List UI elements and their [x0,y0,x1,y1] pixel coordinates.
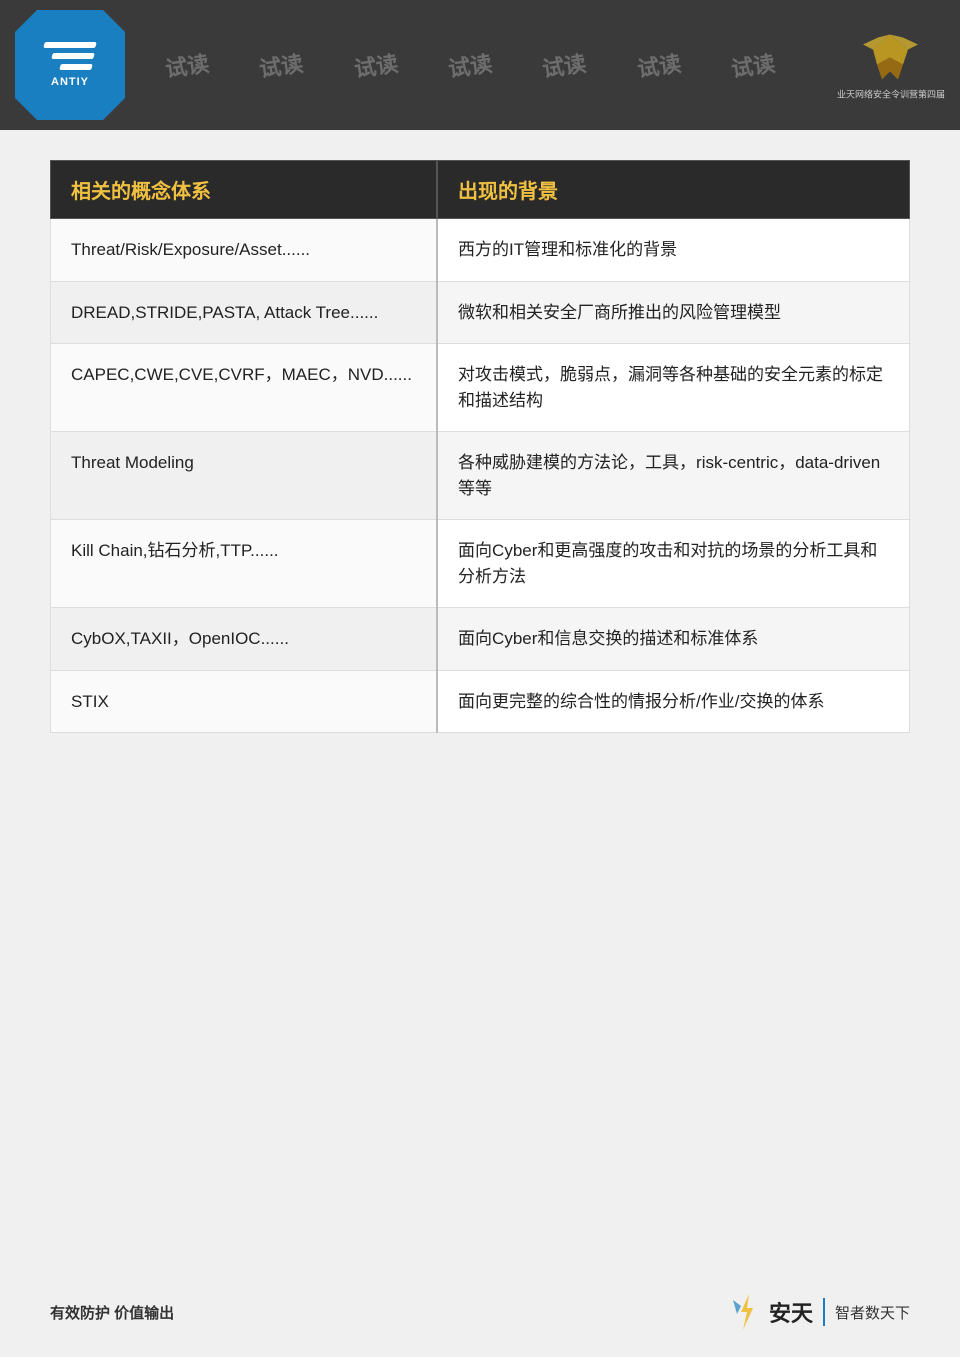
footer-brand-name: 安天 [769,1296,813,1328]
table-cell-col2: 西方的IT管理和标准化的背景 [437,219,909,282]
table-cell-col1: STIX [51,670,438,733]
header-wm-7: 试读 [729,46,777,84]
table-cell-col1: Kill Chain,钻石分析,TTP...... [51,520,438,608]
main-content: 相关的概念体系 出现的背景 Threat/Risk/Exposure/Asset… [50,160,910,1257]
table-cell-col2: 面向更完整的综合性的情报分析/作业/交换的体系 [437,670,909,733]
table-row: STIX面向更完整的综合性的情报分析/作业/交换的体系 [51,670,910,733]
antiy-logo: ANTIY [15,10,125,120]
header-wm-4: 试读 [446,46,494,84]
table-row: Threat Modeling各种威胁建模的方法论，工具，risk-centri… [51,432,910,520]
table-row: Kill Chain,钻石分析,TTP......面向Cyber和更高强度的攻击… [51,520,910,608]
table-cell-col2: 面向Cyber和更高强度的攻击和对抗的场景的分析工具和分析方法 [437,520,909,608]
logo-stripe-1 [43,42,97,48]
page-footer: 有效防护 价值输出 安天 智者数天下 [50,1292,910,1332]
logo-stripes [44,42,96,70]
header-wm-2: 试读 [257,46,305,84]
concepts-table: 相关的概念体系 出现的背景 Threat/Risk/Exposure/Asset… [50,160,910,733]
page-header: ANTIY 试读 试读 试读 试读 试读 试读 试读 业天网络安全令训营第四届 [0,0,960,130]
footer-logo-box: 安天 智者数天下 [727,1292,910,1332]
header-wm-3: 试读 [352,46,400,84]
logo-label: ANTIY [51,76,89,88]
table-cell-col1: Threat/Risk/Exposure/Asset...... [51,219,438,282]
table-row: Threat/Risk/Exposure/Asset......西方的IT管理和… [51,219,910,282]
logo-stripe-3 [59,64,93,70]
table-row: CAPEC,CWE,CVE,CVRF，MAEC，NVD......对攻击模式，脆… [51,344,910,432]
table-cell-col2: 对攻击模式，脆弱点，漏洞等各种基础的安全元素的标定和描述结构 [437,344,909,432]
table-cell-col1: CybOX,TAXII，OpenIOC...... [51,608,438,671]
right-logo-svg [853,30,928,85]
footer-logo-svg [727,1292,765,1332]
right-logo-label: 业天网络安全令训营第四届 [837,88,945,101]
table-cell-col1: Threat Modeling [51,432,438,520]
footer-slogan: 智者数天下 [835,1302,910,1323]
col1-header: 相关的概念体系 [51,161,438,219]
table-cell-col2: 面向Cyber和信息交换的描述和标准体系 [437,608,909,671]
footer-right: 安天 智者数天下 [727,1292,910,1332]
footer-left-text: 有效防护 价值输出 [50,1302,174,1323]
table-cell-col1: CAPEC,CWE,CVE,CVRF，MAEC，NVD...... [51,344,438,432]
header-wm-1: 试读 [163,46,211,84]
col2-header: 出现的背景 [437,161,909,219]
table-row: DREAD,STRIDE,PASTA, Attack Tree......微软和… [51,281,910,344]
header-wm-5: 试读 [540,46,588,84]
header-right-logo: 业天网络安全令训营第四届 [837,30,945,101]
header-watermarks: 试读 试读 试读 试读 试读 试读 试读 [0,0,960,130]
header-wm-6: 试读 [635,46,683,84]
table-cell-col2: 各种威胁建模的方法论，工具，risk-centric，data-driven等等 [437,432,909,520]
table-body: Threat/Risk/Exposure/Asset......西方的IT管理和… [51,219,910,733]
table-cell-col1: DREAD,STRIDE,PASTA, Attack Tree...... [51,281,438,344]
logo-stripe-2 [51,53,95,59]
table-row: CybOX,TAXII，OpenIOC......面向Cyber和信息交换的描述… [51,608,910,671]
footer-divider [823,1298,825,1326]
table-header-row: 相关的概念体系 出现的背景 [51,161,910,219]
table-cell-col2: 微软和相关安全厂商所推出的风险管理模型 [437,281,909,344]
